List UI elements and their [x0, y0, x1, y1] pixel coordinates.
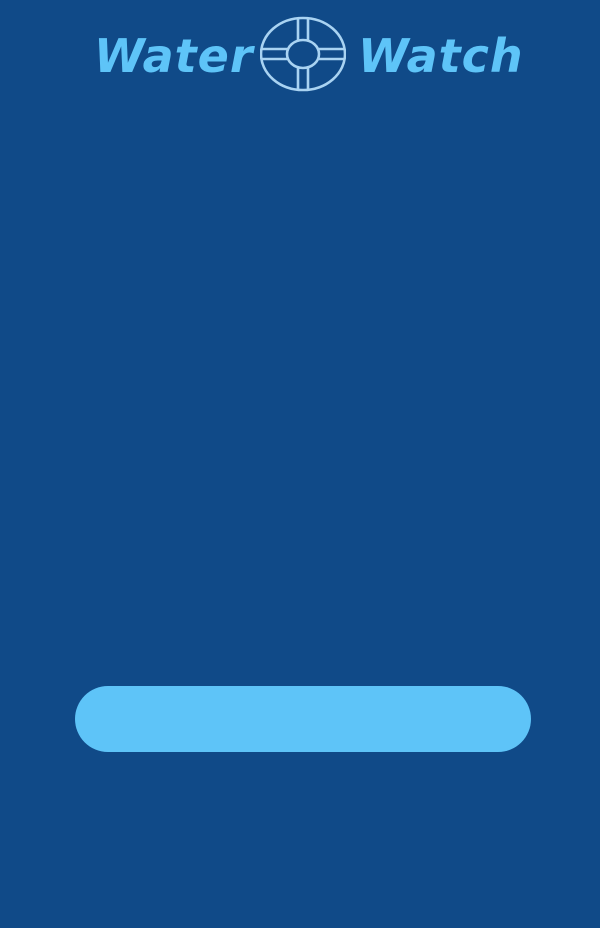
primary-action-button[interactable] — [75, 686, 531, 752]
brand-name-watch: Watch — [358, 29, 524, 83]
lifebuoy-icon — [260, 16, 346, 92]
brand-name-water: Water — [94, 29, 254, 83]
app-header: Water Watch — [0, 0, 600, 110]
